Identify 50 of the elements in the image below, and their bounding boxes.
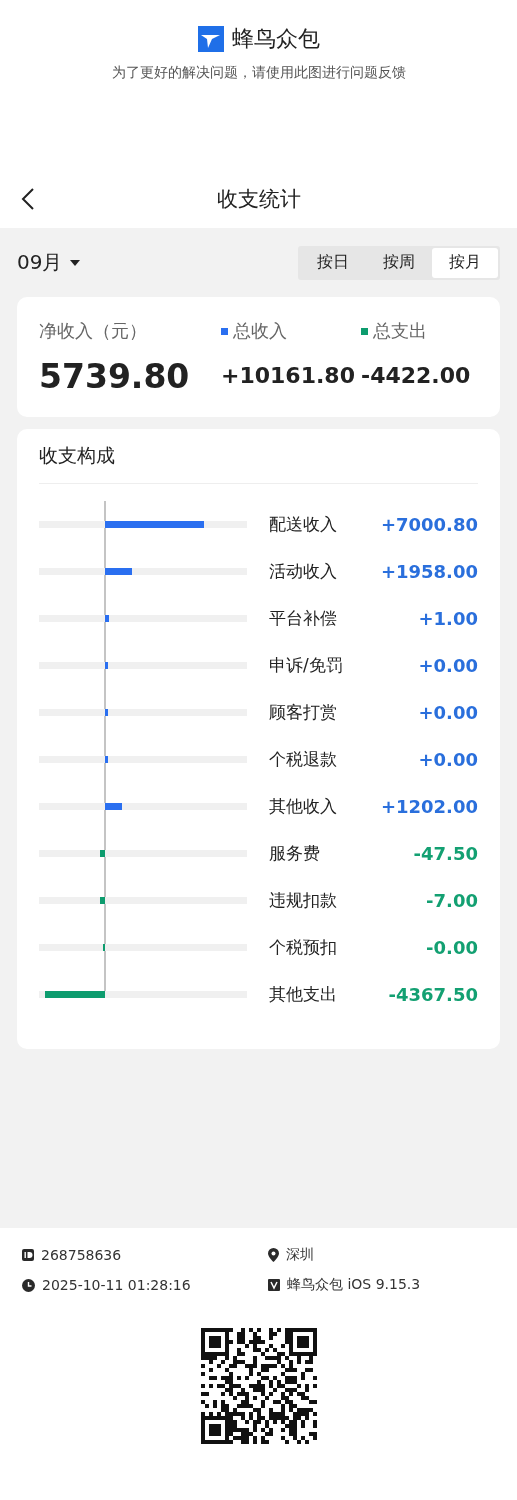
category-amount: +7000.80 xyxy=(379,514,478,535)
back-icon[interactable] xyxy=(20,187,36,211)
city: 深圳 xyxy=(286,1246,314,1264)
timestamp: 2025-10-11 01:28:16 xyxy=(42,1277,191,1293)
category-name: 顾客打赏 xyxy=(269,701,338,724)
category-name: 其他支出 xyxy=(269,983,338,1006)
category-amount: -7.00 xyxy=(425,890,478,911)
category-amount: +1958.00 xyxy=(379,561,478,582)
category-name: 申诉/免罚 xyxy=(269,654,344,677)
id-icon xyxy=(22,1249,34,1261)
legend-marker xyxy=(361,327,368,335)
total-expense-label: 总支出 xyxy=(373,319,427,343)
legend-marker xyxy=(221,327,228,335)
page-title: 收支统计 xyxy=(216,186,301,213)
category-amount: +0.00 xyxy=(417,655,478,676)
category-amount: +0.00 xyxy=(417,702,478,723)
category-amount: -0.00 xyxy=(425,937,478,958)
category-amount: +0.00 xyxy=(417,749,478,770)
month-selector[interactable]: 09月 xyxy=(17,249,63,276)
clock-icon xyxy=(22,1278,35,1292)
section-title: 收支构成 xyxy=(39,443,115,468)
category-name: 个税退款 xyxy=(269,748,338,771)
category-name: 个税预扣 xyxy=(269,936,338,959)
category-name: 平台补偿 xyxy=(269,607,338,630)
period-tab[interactable]: 按日 xyxy=(300,247,366,278)
dropdown-caret-icon[interactable] xyxy=(70,259,81,266)
category-name: 违规扣款 xyxy=(269,889,338,912)
category-amount: +1.00 xyxy=(417,608,478,629)
qr-code-icon xyxy=(200,1328,317,1444)
user-id: 268758636 xyxy=(41,1247,122,1263)
period-tab[interactable]: 按月 xyxy=(432,247,498,278)
category-name: 其他收入 xyxy=(269,795,338,818)
category-amount: +1202.00 xyxy=(379,796,478,817)
net-income-value: 5739.80 xyxy=(39,357,191,396)
location-pin-icon xyxy=(268,1248,279,1262)
period-tab[interactable]: 按周 xyxy=(366,247,432,278)
brand-name: 蜂鸟众包 xyxy=(231,25,320,53)
total-income-label: 总收入 xyxy=(233,319,287,343)
category-name: 活动收入 xyxy=(269,560,338,583)
logo-icon xyxy=(197,26,224,52)
total-income-value: +10161.80 xyxy=(221,363,356,388)
net-income-label: 净收入（元） xyxy=(39,319,147,343)
version-icon xyxy=(268,1279,280,1291)
category-name: 服务费 xyxy=(269,842,321,865)
feedback-hint: 为了更好的解决问题，请使用此图进行问题反馈 xyxy=(111,64,406,82)
app-version: 蜂鸟众包 iOS 9.15.3 xyxy=(287,1276,421,1294)
category-name: 配送收入 xyxy=(269,513,338,536)
category-amount: -47.50 xyxy=(412,843,478,864)
total-expense-value: -4422.00 xyxy=(361,363,472,388)
category-amount: -4367.50 xyxy=(387,984,478,1005)
